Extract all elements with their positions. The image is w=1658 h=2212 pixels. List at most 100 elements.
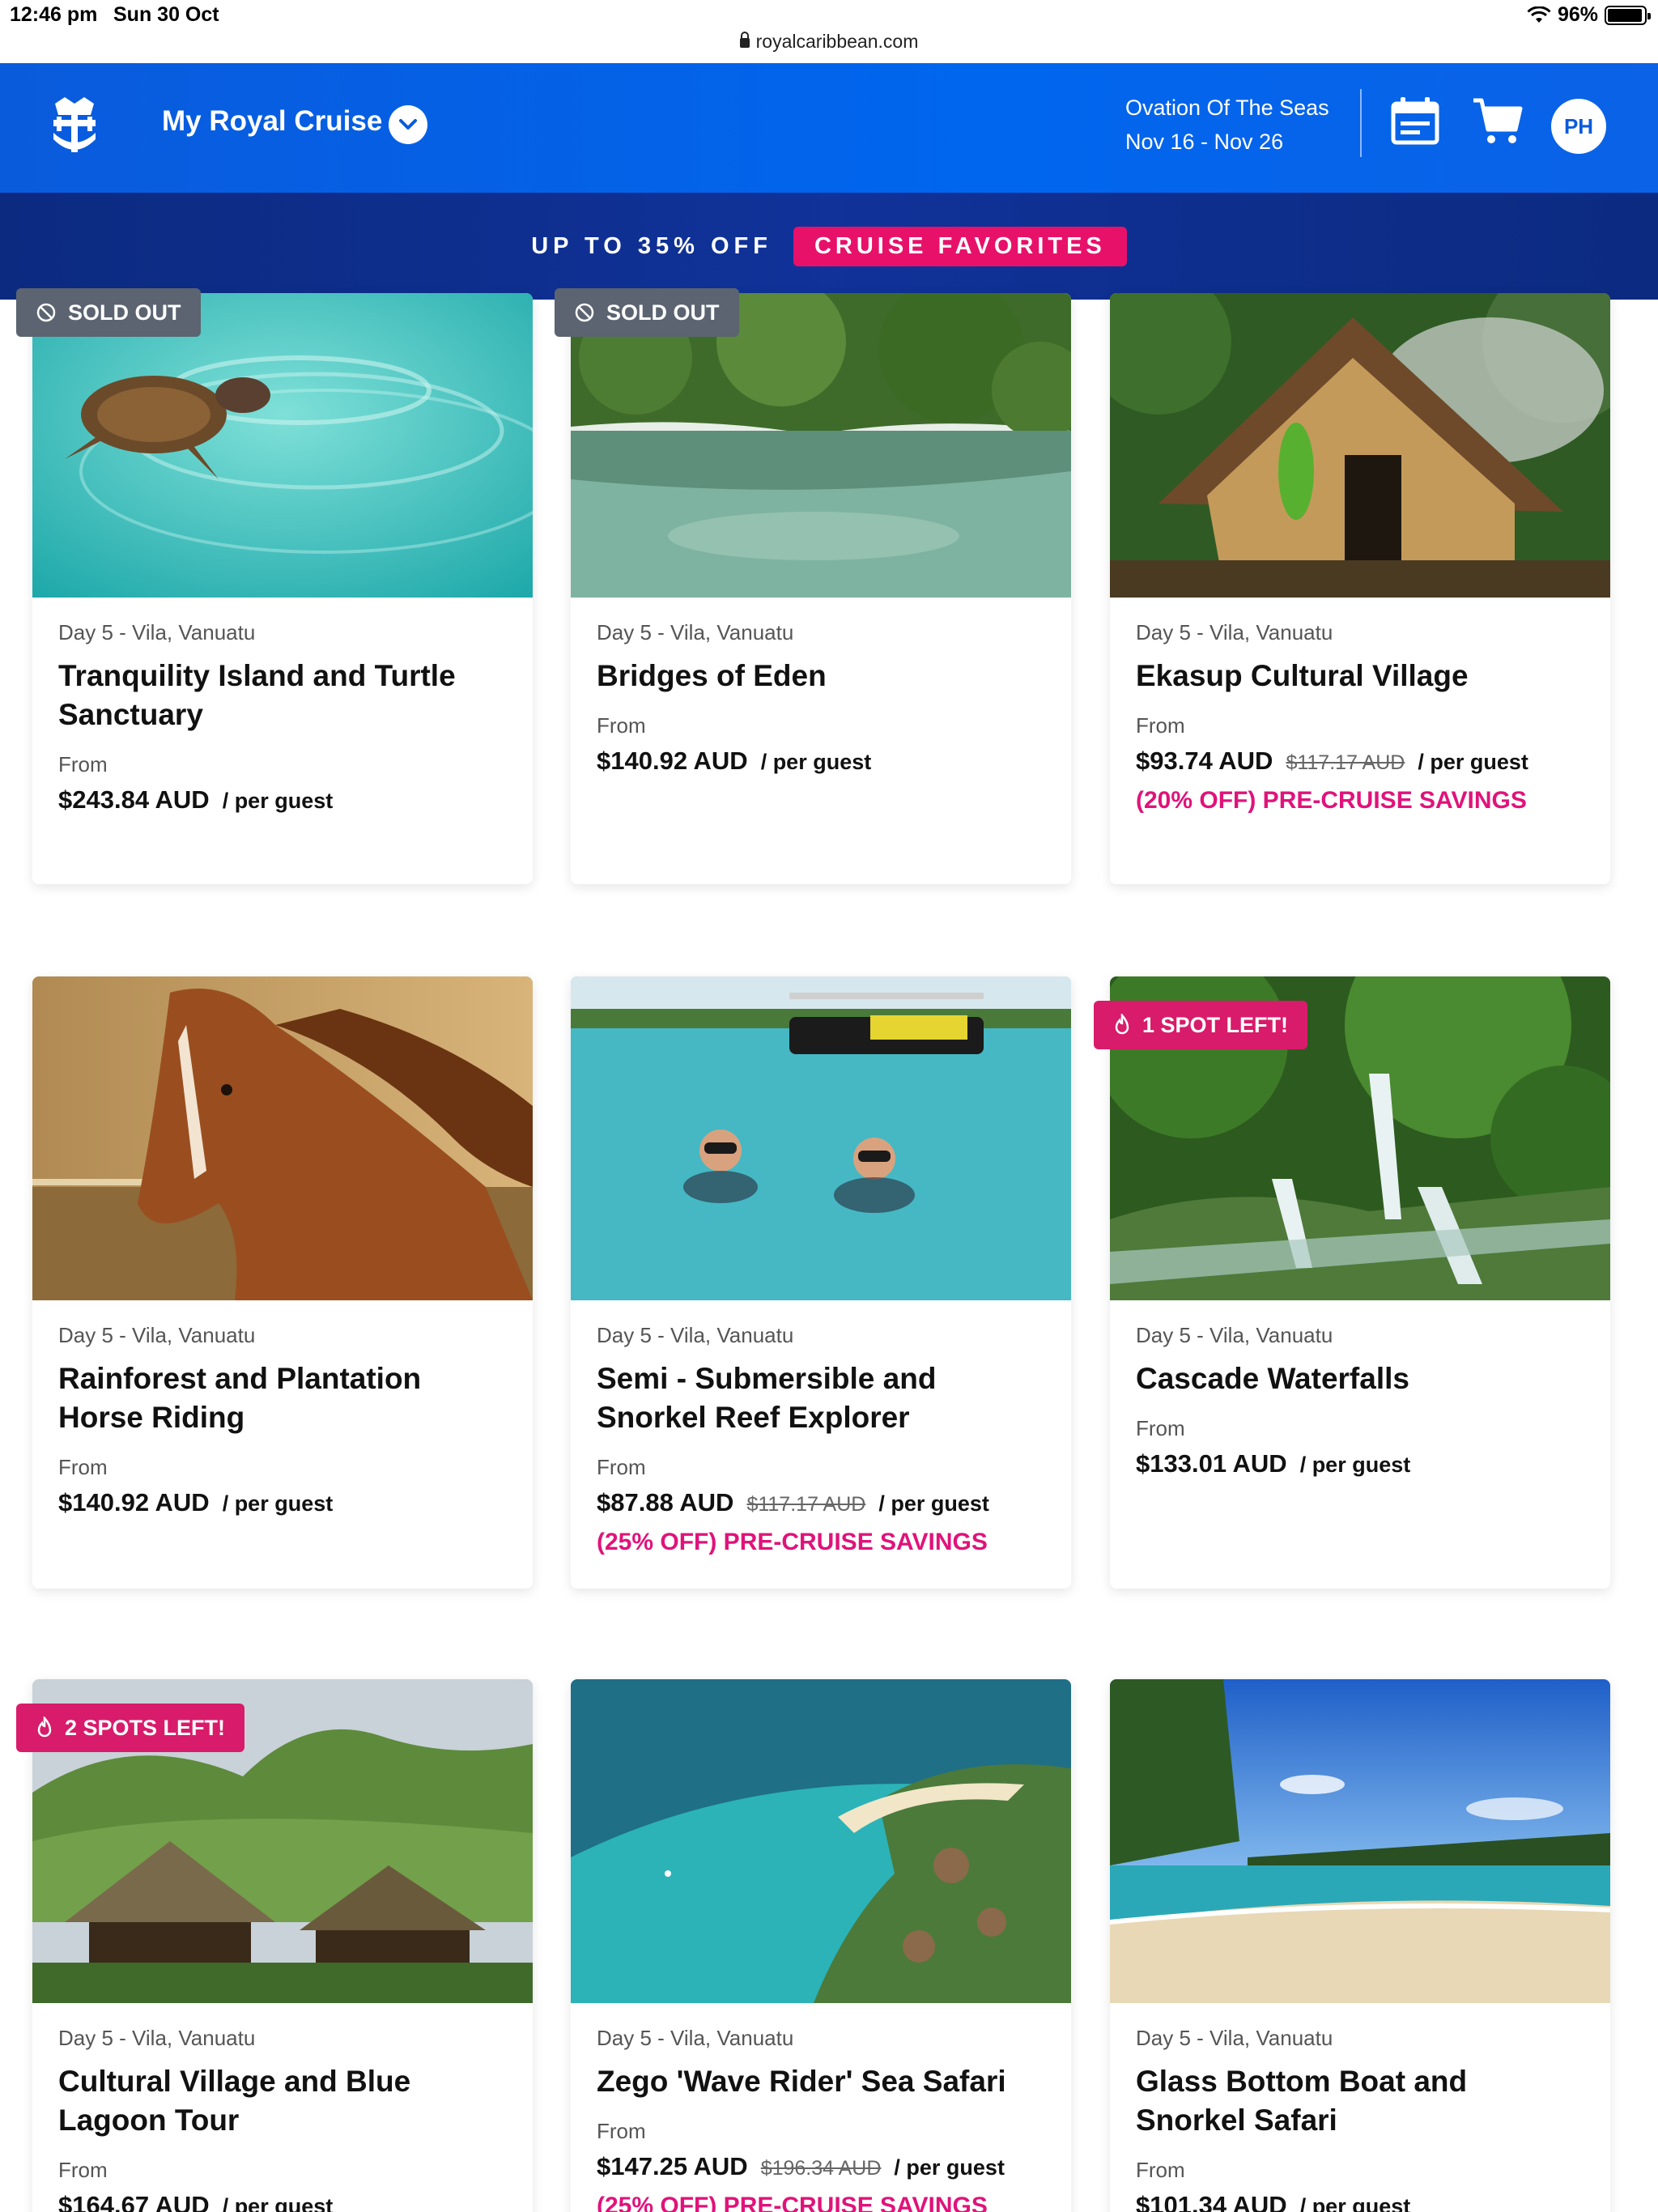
site-header: My Royal Cruise Ovation Of The Seas Nov … xyxy=(0,63,1658,193)
excursion-image xyxy=(1110,1679,1610,2003)
price-row: $87.88 AUD $117.17 AUD / per guest xyxy=(597,1488,1045,1517)
promo-banner: UP TO 35% OFF CRUISE FAVORITES xyxy=(0,193,1658,300)
header-divider xyxy=(1360,89,1362,157)
excursion-image xyxy=(32,976,533,1300)
battery-percent: 96% xyxy=(1557,3,1598,26)
excursion-title[interactable]: Cultural Village and Blue Lagoon Tour xyxy=(58,2062,507,2140)
excursion-location: Day 5 - Vila, Vanuatu xyxy=(1136,2026,1333,2050)
excursion-title[interactable]: Cascade Waterfalls xyxy=(1136,1359,1584,1398)
my-cruise-title[interactable]: My Royal Cruise xyxy=(162,105,382,138)
excursion-card[interactable]: Day 5 - Vila, Vanuatu Ekasup Cultural Vi… xyxy=(1110,293,1610,884)
per-guest-label: / per guest xyxy=(894,2155,1005,2180)
price-row: $93.74 AUD $117.17 AUD / per guest xyxy=(1136,747,1584,776)
excursion-card[interactable]: Day 5 - Vila, Vanuatu Glass Bottom Boat … xyxy=(1110,1679,1610,2212)
excursion-price: $101.34 AUD xyxy=(1136,2191,1287,2212)
sold-out-badge: SOLD OUT xyxy=(16,288,201,337)
calendar-icon[interactable] xyxy=(1389,96,1441,147)
excursion-card[interactable]: Day 5 - Vila, Vanuatu Rainforest and Pla… xyxy=(32,976,533,1589)
ban-icon xyxy=(36,303,56,322)
excursion-location: Day 5 - Vila, Vanuatu xyxy=(58,2026,256,2050)
price-row: $101.34 AUD / per guest xyxy=(1136,2191,1584,2212)
excursion-card[interactable]: Day 5 - Vila, Vanuatu Semi - Submersible… xyxy=(571,976,1071,1589)
from-label: From xyxy=(58,1455,108,1479)
price-row: $164.67 AUD / per guest xyxy=(58,2191,507,2212)
excursion-card[interactable]: Day 5 - Vila, Vanuatu Zego 'Wave Rider' … xyxy=(571,1679,1071,2212)
price-row: $133.01 AUD / per guest xyxy=(1136,1449,1584,1478)
status-bar: 12:46 pm Sun 30 Oct 96% royalcaribbean.c… xyxy=(0,0,1658,63)
excursion-location: Day 5 - Vila, Vanuatu xyxy=(58,620,256,644)
sailing-dates: Nov 16 - Nov 26 xyxy=(1125,130,1284,154)
savings-label: (25% OFF) PRE-CRUISE SAVINGS xyxy=(597,1529,988,1555)
excursion-title[interactable]: Zego 'Wave Rider' Sea Safari xyxy=(597,2062,1045,2101)
excursion-image xyxy=(32,293,533,598)
excursion-price: $87.88 AUD xyxy=(597,1488,734,1516)
availability-badge: 1 SPOT LEFT! xyxy=(1094,1001,1308,1049)
excursion-price: $243.84 AUD xyxy=(58,785,210,814)
excursion-location: Day 5 - Vila, Vanuatu xyxy=(597,2026,794,2050)
excursion-image xyxy=(571,976,1071,1300)
excursion-card[interactable]: 2 SPOTS LEFT! Day 5 - Vila, Vanuatu Cult… xyxy=(16,1679,533,2212)
per-guest-label: / per guest xyxy=(1299,2194,1411,2212)
logo-icon[interactable] xyxy=(49,96,100,157)
excursion-price: $140.92 AUD xyxy=(597,747,748,775)
address-bar[interactable]: royalcaribbean.com xyxy=(0,31,1658,53)
price-row: $243.84 AUD / per guest xyxy=(58,785,507,815)
per-guest-label: / per guest xyxy=(760,750,872,774)
per-guest-label: / per guest xyxy=(1418,750,1528,774)
excursion-location: Day 5 - Vila, Vanuatu xyxy=(1136,620,1333,644)
cart-icon[interactable] xyxy=(1472,96,1524,147)
cruise-favorites-button[interactable]: CRUISE FAVORITES xyxy=(793,226,1127,266)
excursion-title[interactable]: Bridges of Eden xyxy=(597,657,1045,696)
ban-icon xyxy=(575,303,594,322)
battery-icon xyxy=(1605,5,1651,25)
excursion-location: Day 5 - Vila, Vanuatu xyxy=(1136,1323,1333,1347)
cruise-menu-button[interactable] xyxy=(389,105,427,144)
excursion-card[interactable]: SOLD OUT Day 5 - Vila, Vanuatu Tranquili… xyxy=(16,288,533,884)
savings-label: (20% OFF) PRE-CRUISE SAVINGS xyxy=(1136,787,1527,814)
lock-icon xyxy=(739,32,750,48)
excursion-title[interactable]: Rainforest and Plantation Horse Riding xyxy=(58,1359,507,1437)
badge-label: SOLD OUT xyxy=(68,300,181,325)
excursion-price: $133.01 AUD xyxy=(1136,1449,1287,1478)
promo-text: UP TO 35% OFF xyxy=(531,232,772,259)
per-guest-label: / per guest xyxy=(222,2194,334,2212)
excursion-title[interactable]: Glass Bottom Boat and Snorkel Safari xyxy=(1136,2062,1584,2140)
status-date: Sun 30 Oct xyxy=(113,3,219,26)
badge-label: 2 SPOTS LEFT! xyxy=(65,1715,226,1740)
from-label: From xyxy=(597,1455,646,1479)
excursion-price: $93.74 AUD xyxy=(1136,747,1273,775)
flame-icon xyxy=(37,1716,52,1738)
excursion-price: $140.92 AUD xyxy=(58,1488,210,1516)
url-text: royalcaribbean.com xyxy=(755,31,919,52)
excursion-location: Day 5 - Vila, Vanuatu xyxy=(597,1323,794,1347)
ship-info: Ovation Of The Seas Nov 16 - Nov 26 xyxy=(1125,91,1329,159)
excursion-title[interactable]: Tranquility Island and Turtle Sanctuary xyxy=(58,657,507,734)
availability-badge: 2 SPOTS LEFT! xyxy=(16,1704,245,1752)
avatar[interactable]: PH xyxy=(1551,99,1606,154)
original-price: $117.17 AUD xyxy=(746,1493,866,1516)
per-guest-label: / per guest xyxy=(878,1491,989,1516)
price-row: $140.92 AUD / per guest xyxy=(58,1488,507,1517)
excursion-title[interactable]: Semi - Submersible and Snorkel Reef Expl… xyxy=(597,1359,1045,1437)
sold-out-badge: SOLD OUT xyxy=(555,288,739,337)
excursion-price: $147.25 AUD xyxy=(597,2152,748,2180)
excursion-price: $164.67 AUD xyxy=(58,2191,210,2212)
from-label: From xyxy=(58,752,108,776)
excursion-image xyxy=(571,293,1071,598)
from-label: From xyxy=(58,2158,108,2182)
from-label: From xyxy=(1136,1416,1185,1440)
excursion-card[interactable]: 1 SPOT LEFT! Day 5 - Vila, Vanuatu Casca… xyxy=(1094,976,1610,1589)
status-right: 96% xyxy=(1527,3,1651,27)
badge-label: 1 SPOT LEFT! xyxy=(1142,1012,1289,1037)
excursion-title[interactable]: Ekasup Cultural Village xyxy=(1136,657,1584,696)
price-row: $140.92 AUD / per guest xyxy=(597,747,1045,776)
ship-name: Ovation Of The Seas xyxy=(1125,96,1329,120)
excursion-image xyxy=(1110,293,1610,598)
per-guest-label: / per guest xyxy=(222,1491,334,1516)
status-time: 12:46 pm xyxy=(10,3,98,26)
savings-label: (25% OFF) PRE-CRUISE SAVINGS xyxy=(597,2193,988,2212)
flame-icon xyxy=(1115,1014,1129,1035)
excursion-location: Day 5 - Vila, Vanuatu xyxy=(58,1323,256,1347)
excursion-card[interactable]: SOLD OUT Day 5 - Vila, Vanuatu Bridges o… xyxy=(555,288,1071,884)
original-price: $196.34 AUD xyxy=(760,2157,882,2180)
